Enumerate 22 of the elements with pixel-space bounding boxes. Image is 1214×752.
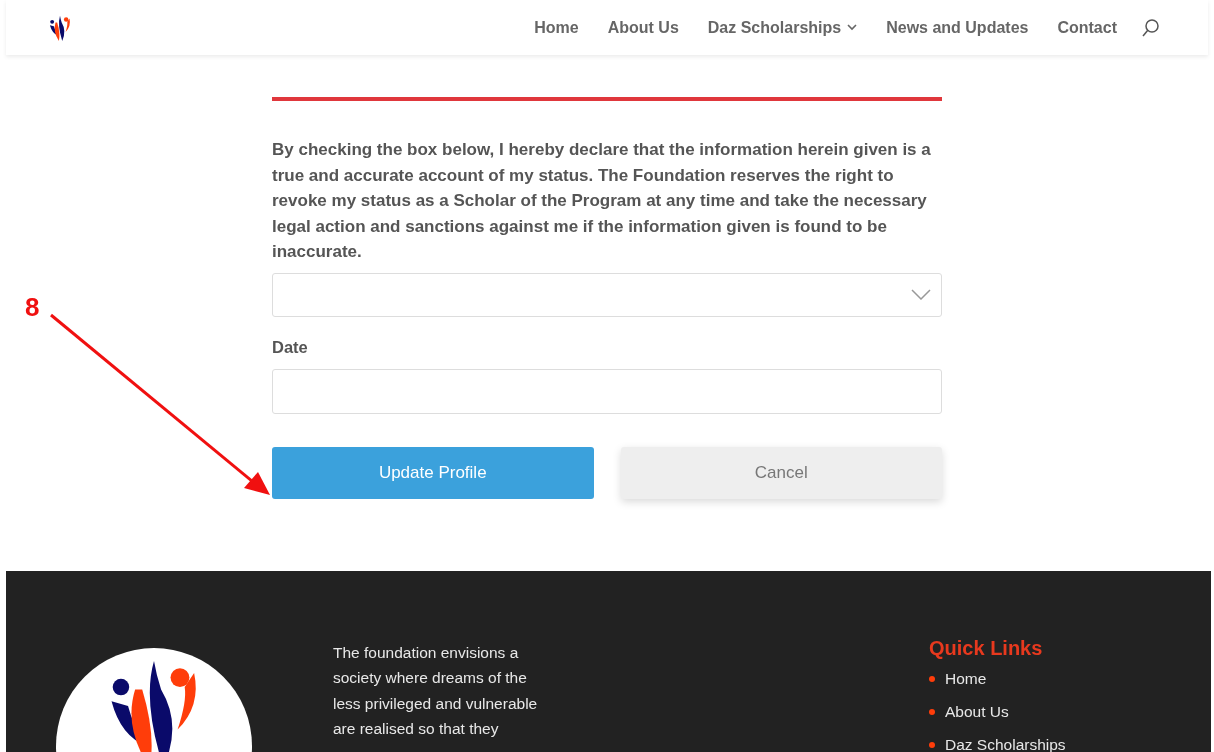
chevron-icon: [847, 24, 858, 31]
chevron-icon: [911, 289, 931, 300]
search-icon[interactable]: [1142, 18, 1160, 37]
nav-link[interactable]: News and Updates: [886, 18, 1029, 37]
annotation-number: 8: [25, 292, 40, 323]
date-field[interactable]: [272, 368, 942, 414]
footer-link[interactable]: About Us: [945, 702, 1009, 721]
nav-link[interactable]: Daz Scholarships: [707, 18, 858, 37]
nav-link[interactable]: Contact: [1057, 18, 1117, 37]
dropdown-field[interactable]: [272, 272, 942, 317]
mission-text: The foundation envisions a society where dreams of the less privileged and vulnerable are realised so that they: [333, 642, 539, 739]
cancel-button[interactable]: Cancel: [620, 446, 942, 499]
nav-link[interactable]: Home: [534, 18, 579, 37]
bullet-icon: [929, 675, 935, 682]
footer-link[interactable]: Home: [945, 669, 987, 688]
section-heading: Quick Links: [929, 636, 1044, 660]
footer-link[interactable]: Daz Scholarships: [945, 735, 1066, 752]
bullet-icon: [929, 708, 935, 715]
declaration-text: By checking the box below, I hereby declare that the information herein given is a true and accurate account of my status. The Foundation reserves the right to revoke my status as a Scholar of the Program at any time and take the necessary legal action and sanctions against me if the information given is found to be inaccurate.: [272, 139, 932, 263]
bullet-icon: [929, 741, 935, 748]
nav-link[interactable]: About Us: [607, 18, 679, 37]
field-label: Date: [272, 337, 309, 357]
